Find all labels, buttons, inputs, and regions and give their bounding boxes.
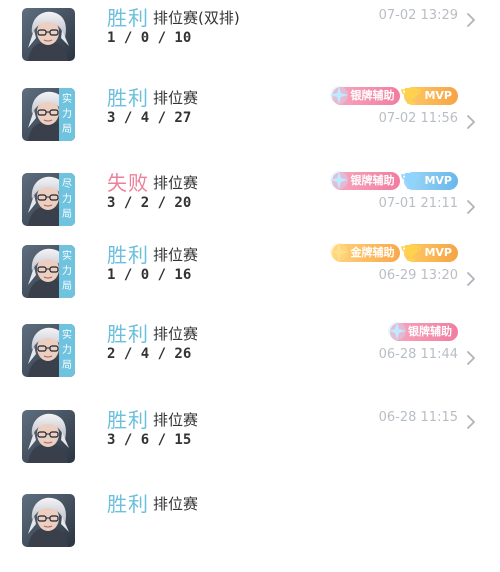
match-time: 06-28 11:44 — [378, 347, 458, 362]
match-kda: 3 / 2 / 20 — [107, 195, 192, 211]
match-result: 胜利 — [107, 492, 149, 516]
match-row[interactable]: 尽力局 失败 排位赛 3 / 2 / 20 银牌辅助 MVP 07-01 21:11 — [0, 171, 500, 251]
achievement-badges: 金牌辅助 MVP — [330, 243, 458, 263]
performance-tag: 尽力局 — [59, 173, 75, 226]
hero-avatar: 实力局 — [22, 88, 75, 141]
performance-tag-char: 力 — [62, 109, 72, 120]
performance-tag-char: 局 — [62, 124, 72, 135]
performance-tag-char: 实 — [62, 251, 72, 262]
match-row[interactable]: 实力局 胜利 排位赛 1 / 0 / 16 金牌辅助 MVP 06-29 13:20 — [0, 243, 500, 323]
support-badge: 金牌辅助 — [330, 243, 401, 262]
match-mode: 排位赛 — [153, 174, 199, 192]
performance-tag-char: 局 — [62, 281, 72, 292]
match-result: 胜利 — [107, 6, 149, 30]
match-kda: 3 / 4 / 27 — [107, 110, 192, 126]
match-row[interactable]: 实力局 胜利 排位赛 3 / 4 / 27 银牌辅助 MVP 07-02 11:56 — [0, 86, 500, 166]
hero-avatar: 实力局 — [22, 245, 75, 298]
star-burst-icon — [330, 243, 349, 261]
mvp-badge: MVP — [401, 172, 458, 190]
badge-label: 银牌辅助 — [350, 174, 395, 187]
trophy-icon — [401, 88, 422, 104]
mvp-badge: MVP — [401, 87, 458, 105]
hero-avatar — [22, 8, 75, 61]
match-mode: 排位赛 — [153, 246, 199, 264]
mvp-badge: MVP — [401, 244, 458, 262]
hero-avatar — [22, 494, 75, 547]
achievement-badges: 银牌辅助 — [388, 322, 458, 342]
achievement-badges: 银牌辅助 MVP — [330, 171, 458, 191]
performance-tag-char: 尽 — [62, 179, 72, 190]
star-burst-icon — [330, 86, 349, 104]
match-kda: 1 / 0 / 16 — [107, 267, 192, 283]
performance-tag-char: 局 — [62, 360, 72, 371]
support-badge: 银牌辅助 — [330, 86, 401, 105]
match-mode: 排位赛 — [153, 89, 199, 107]
badge-label: MVP — [424, 246, 452, 259]
match-result: 胜利 — [107, 322, 149, 346]
hero-avatar: 尽力局 — [22, 173, 75, 226]
match-mode: 排位赛 — [153, 325, 199, 343]
chevron-right-icon[interactable] — [466, 12, 476, 27]
match-mode: 排位赛(双排) — [153, 9, 240, 27]
badge-label: MVP — [424, 174, 452, 187]
match-kda: 1 / 0 / 10 — [107, 30, 192, 46]
match-history-list: 胜利 排位赛(双排) 1 / 0 / 10 07-02 13:29 实力局胜利 排位赛 3 … — [0, 0, 500, 547]
achievement-badges: 银牌辅助 MVP — [330, 86, 458, 106]
star-burst-icon — [330, 171, 349, 189]
match-time: 07-02 11:56 — [378, 111, 458, 126]
match-mode: 排位赛 — [153, 495, 199, 513]
trophy-icon — [401, 245, 422, 261]
performance-tag-char: 力 — [62, 266, 72, 277]
chevron-right-icon[interactable] — [466, 350, 476, 365]
performance-tag-char: 实 — [62, 94, 72, 105]
badge-label: 金牌辅助 — [350, 246, 395, 259]
support-badge: 银牌辅助 — [388, 322, 458, 341]
match-row[interactable]: 胜利 排位赛 — [0, 492, 500, 572]
match-row[interactable]: 胜利 排位赛 3 / 6 / 15 06-28 11:15 — [0, 408, 500, 488]
match-row[interactable]: 胜利 排位赛(双排) 1 / 0 / 10 07-02 13:29 — [0, 6, 500, 86]
performance-tag-char: 局 — [62, 209, 72, 220]
hero-avatar: 实力局 — [22, 324, 75, 377]
star-burst-icon — [388, 322, 406, 340]
match-mode: 排位赛 — [153, 411, 199, 429]
performance-tag-char: 力 — [62, 194, 72, 205]
match-result: 胜利 — [107, 243, 149, 267]
match-time: 07-02 13:29 — [378, 8, 458, 23]
match-result: 胜利 — [107, 408, 149, 432]
chevron-right-icon[interactable] — [466, 271, 476, 286]
trophy-icon — [401, 173, 422, 189]
match-kda: 2 / 4 / 26 — [107, 346, 192, 362]
support-badge: 银牌辅助 — [330, 171, 401, 190]
match-time: 06-29 13:20 — [378, 268, 458, 283]
chevron-right-icon[interactable] — [466, 114, 476, 129]
performance-tag: 实力局 — [59, 88, 75, 141]
performance-tag: 实力局 — [59, 245, 75, 298]
match-kda: 3 / 6 / 15 — [107, 432, 192, 448]
match-time: 07-01 21:11 — [378, 196, 458, 211]
badge-label: 银牌辅助 — [350, 89, 395, 102]
match-time: 06-28 11:15 — [378, 410, 458, 425]
badge-label: 银牌辅助 — [408, 325, 452, 338]
chevron-right-icon[interactable] — [466, 199, 476, 214]
hero-avatar — [22, 410, 75, 463]
match-result: 失败 — [107, 171, 149, 195]
chevron-right-icon[interactable] — [466, 414, 476, 429]
match-row[interactable]: 实力局 胜利 排位赛 2 / 4 / 26 银牌辅助 06-28 11:44 — [0, 322, 500, 402]
badge-label: MVP — [424, 89, 452, 102]
performance-tag-char: 实 — [62, 330, 72, 341]
performance-tag: 实力局 — [59, 324, 75, 377]
match-result: 胜利 — [107, 86, 149, 110]
performance-tag-char: 力 — [62, 345, 72, 356]
